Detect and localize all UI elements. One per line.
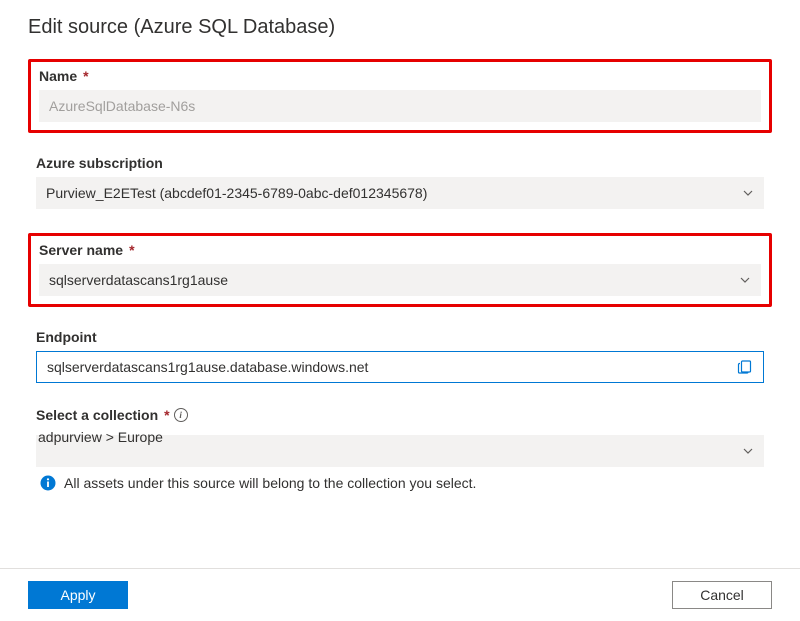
info-solid-icon [40, 475, 56, 491]
collection-helper-row: All assets under this source will belong… [36, 475, 764, 491]
chevron-down-icon [739, 274, 751, 286]
subscription-select[interactable]: Purview_E2ETest (abcdef01-2345-6789-0abc… [36, 177, 764, 209]
name-input: AzureSqlDatabase-N6s [39, 90, 761, 122]
required-asterisk: * [164, 407, 169, 423]
collection-field-group: Select a collection* i adpurview > Europ… [28, 407, 772, 491]
endpoint-field-group: Endpoint sqlserverdatascans1rg1ause.data… [28, 323, 772, 391]
info-icon[interactable]: i [174, 408, 188, 422]
server-name-label: Server name* [39, 242, 761, 258]
name-label: Name* [39, 68, 761, 84]
endpoint-label: Endpoint [36, 329, 764, 345]
cancel-button[interactable]: Cancel [672, 581, 772, 609]
subscription-field-group: Azure subscription Purview_E2ETest (abcd… [28, 149, 772, 217]
name-field-group: Name* AzureSqlDatabase-N6s [28, 59, 772, 133]
subscription-label: Azure subscription [36, 155, 764, 171]
required-asterisk: * [129, 242, 134, 258]
required-asterisk: * [83, 68, 88, 84]
collection-helper-text: All assets under this source will belong… [64, 475, 476, 491]
endpoint-input[interactable]: sqlserverdatascans1rg1ause.database.wind… [36, 351, 764, 383]
apply-button[interactable]: Apply [28, 581, 128, 609]
chevron-down-icon [742, 445, 754, 457]
server-name-field-group: Server name* sqlserverdatascans1rg1ause [28, 233, 772, 307]
server-name-select[interactable]: sqlserverdatascans1rg1ause [39, 264, 761, 296]
page-title: Edit source (Azure SQL Database) [28, 16, 772, 39]
collection-label: Select a collection* i [36, 407, 764, 423]
copy-icon[interactable] [737, 359, 753, 375]
chevron-down-icon [742, 187, 754, 199]
footer-bar: Apply Cancel [0, 568, 800, 621]
